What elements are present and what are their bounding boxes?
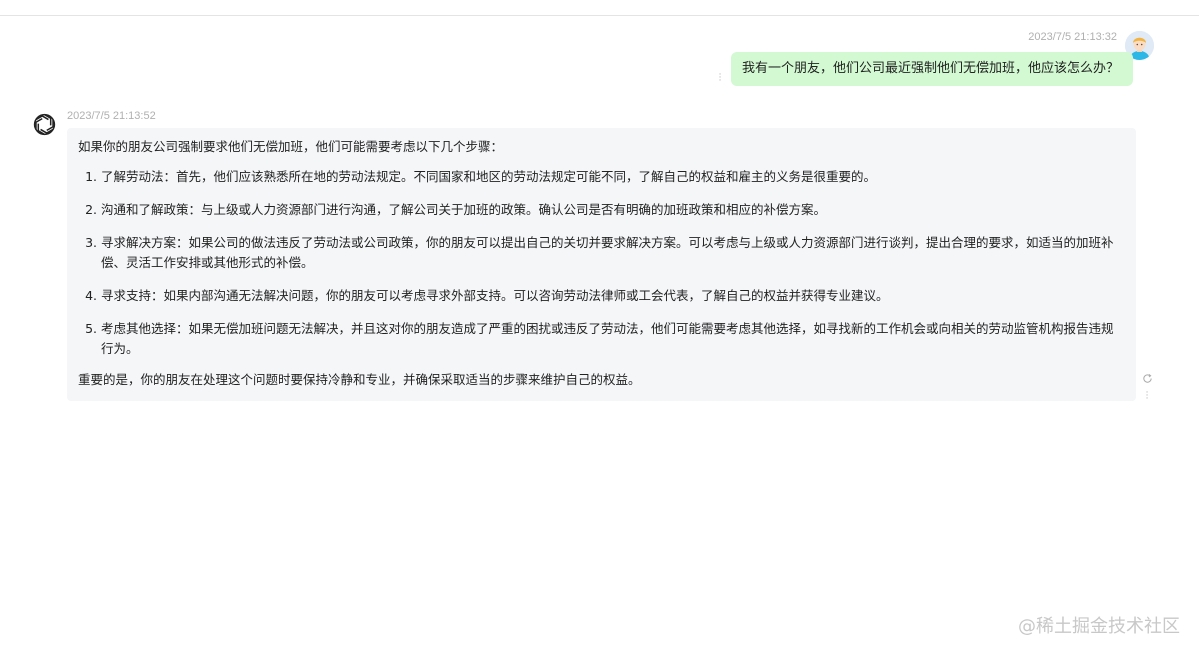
openai-logo-icon [31,111,58,138]
user-message-more-icon[interactable]: · · · [718,71,722,86]
assistant-message-timestamp: 2023/7/5 21:13:52 [67,110,156,122]
assistant-message-bubble: 如果你的朋友公司强制要求他们无偿加班，他们可能需要考虑以下几个步骤： 了解劳动法… [67,128,1136,401]
header-divider [0,15,1199,16]
refresh-icon[interactable] [1142,369,1153,383]
watermark: @稀土掘金技术社区 [1018,616,1180,637]
user-message-bubble: 我有一个朋友，他们公司最近强制他们无偿加班，他应该怎么办？ [731,52,1134,86]
list-item: 寻求解决方案：如果公司的做法违反了劳动法或公司政策，你的朋友可以提出自己的关切并… [101,233,1124,273]
assistant-outro-text: 重要的是，你的朋友在处理这个问题时要保持冷静和专业，并确保采取适当的步骤来维护自… [78,372,641,387]
list-item: 沟通和了解政策：与上级或人力资源部门进行沟通，了解公司关于加班的政策。确认公司是… [101,200,1124,220]
list-item: 考虑其他选择：如果无偿加班问题无法解决，并且这对你的朋友造成了严重的困扰或违反了… [101,319,1124,359]
list-item: 了解劳动法：首先，他们应该熟悉所在地的劳动法规定。不同国家和地区的劳动法规定可能… [101,167,1124,187]
assistant-intro-text: 如果你的朋友公司强制要求他们无偿加班，他们可能需要考虑以下几个步骤： [78,139,504,154]
list-item: 寻求支持：如果内部沟通无法解决问题，你的朋友可以考虑寻求外部支持。可以咨询劳动法… [101,286,1124,306]
more-vertical-icon[interactable]: · · · [1145,389,1149,404]
user-message-timestamp: 2023/7/5 21:13:32 [1028,31,1117,43]
assistant-steps-list: 了解劳动法：首先，他们应该熟悉所在地的劳动法规定。不同国家和地区的劳动法规定可能… [78,167,1124,359]
chat-page: 2023/7/5 21:13:32 我有一个朋友，他们公司最近强制他们无偿加班，… [0,0,1199,654]
